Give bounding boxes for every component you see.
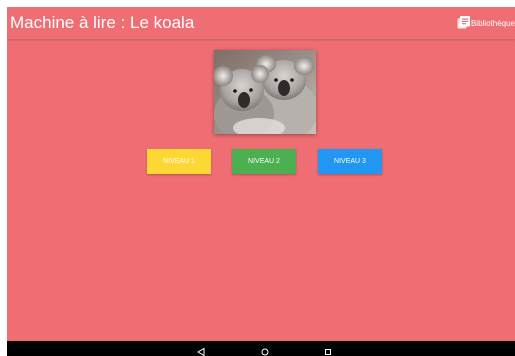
page-title: Machine à lire : Le koala: [10, 13, 195, 32]
library-label: Bibliothèque: [470, 19, 515, 28]
level-1-button[interactable]: NIVEAU 1: [147, 149, 211, 174]
koala-image: [214, 50, 316, 134]
level-2-button[interactable]: NIVEAU 2: [232, 149, 296, 174]
app-screen: Machine à lire : Le koala Bibliothèque N…: [7, 7, 515, 356]
system-nav-bar: [7, 341, 515, 356]
library-button[interactable]: Bibliothèque: [457, 16, 515, 29]
app-bar: Machine à lire : Le koala Bibliothèque: [7, 7, 515, 39]
home-circle-icon[interactable]: [259, 344, 271, 356]
recents-square-icon[interactable]: [322, 344, 334, 355]
level-3-button[interactable]: NIVEAU 3: [318, 149, 382, 174]
back-triangle-icon[interactable]: [195, 344, 207, 356]
library-book-icon: [457, 16, 470, 29]
